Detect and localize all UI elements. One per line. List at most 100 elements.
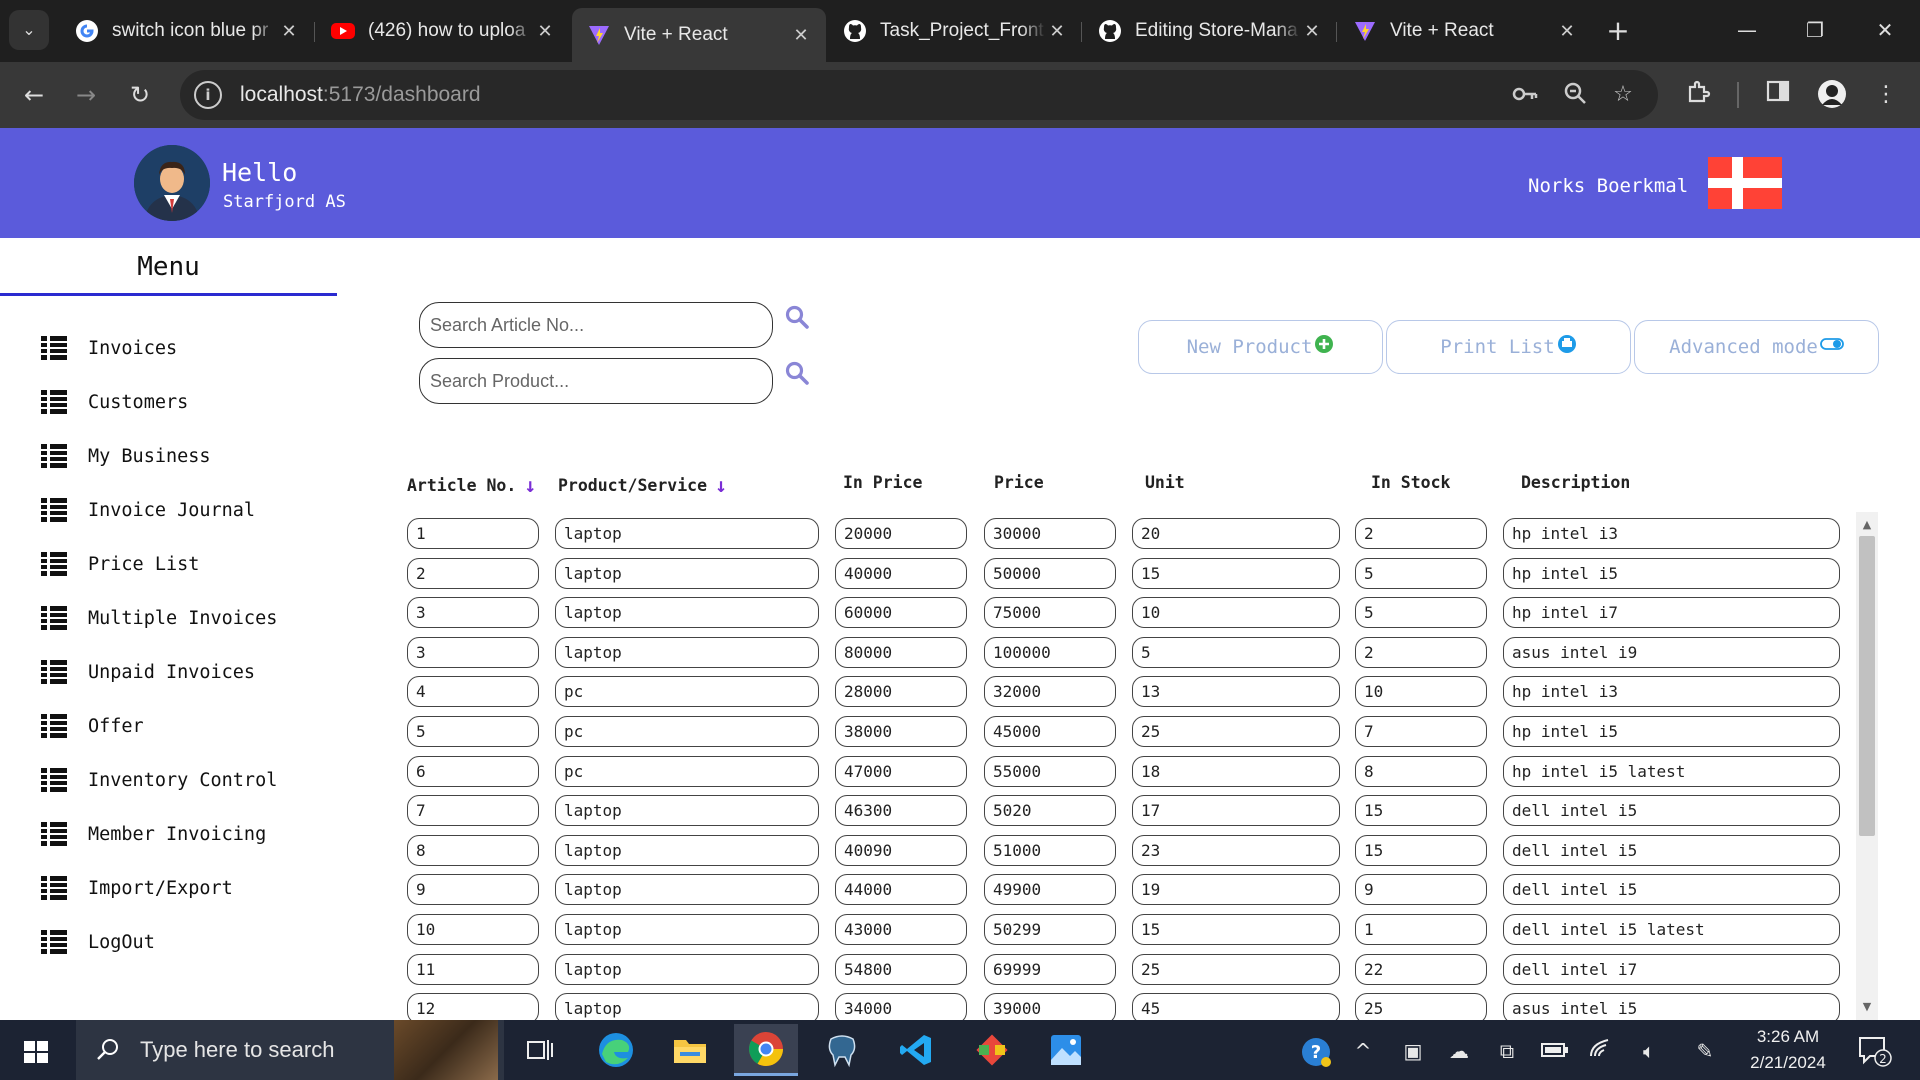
- cell-article-no[interactable]: [407, 716, 539, 747]
- cell-article-no[interactable]: [407, 795, 539, 827]
- menu-item-offer[interactable]: Offer: [40, 711, 144, 741]
- cell-price[interactable]: [984, 716, 1116, 747]
- table-scrollbar[interactable]: ▲ ▼: [1856, 512, 1878, 1020]
- cell-in-price[interactable]: [835, 834, 967, 866]
- vscode-icon[interactable]: [884, 1024, 948, 1076]
- cell-product[interactable]: [555, 636, 819, 668]
- search-article-icon[interactable]: [784, 304, 812, 332]
- pen-menu-icon[interactable]: ✎: [1690, 1036, 1720, 1066]
- postgresql-icon[interactable]: [810, 1024, 874, 1076]
- cell-product[interactable]: [555, 914, 819, 945]
- cell-in-price[interactable]: [835, 914, 967, 945]
- cell-description[interactable]: [1503, 914, 1840, 945]
- cell-in-stock[interactable]: [1355, 636, 1487, 668]
- cell-product[interactable]: [555, 834, 819, 866]
- tab-close-icon[interactable]: ✕: [1556, 21, 1578, 42]
- cell-article-no[interactable]: [407, 636, 539, 668]
- tab-search-chevron-icon[interactable]: ⌄: [9, 10, 49, 50]
- cell-product[interactable]: [555, 676, 819, 708]
- password-key-icon[interactable]: [1510, 80, 1540, 110]
- cell-price[interactable]: [984, 518, 1116, 549]
- norway-flag-icon[interactable]: [1708, 157, 1782, 209]
- browser-tab[interactable]: Vite + React ✕: [1338, 8, 1592, 54]
- cell-article-no[interactable]: [407, 874, 539, 906]
- scrollbar-thumb[interactable]: [1859, 536, 1875, 836]
- cell-in-price[interactable]: [835, 874, 967, 906]
- browser-tab[interactable]: Vite + React ✕: [572, 8, 826, 62]
- new-product-button[interactable]: New Product: [1138, 320, 1383, 374]
- tab-close-icon[interactable]: ✕: [1301, 21, 1323, 42]
- cell-description[interactable]: [1503, 755, 1840, 787]
- cell-unit[interactable]: [1132, 834, 1340, 866]
- bookmark-star-icon[interactable]: ☆: [1608, 80, 1638, 110]
- git-gui-icon[interactable]: [960, 1024, 1024, 1076]
- cell-product[interactable]: [555, 795, 819, 827]
- advanced-mode-button[interactable]: Advanced mode: [1634, 320, 1879, 374]
- menu-item-inventory-control[interactable]: Inventory Control: [40, 765, 277, 795]
- cell-unit[interactable]: [1132, 676, 1340, 708]
- cell-in-stock[interactable]: [1355, 953, 1487, 985]
- wifi-icon[interactable]: [1586, 1036, 1616, 1066]
- cell-product[interactable]: [555, 557, 819, 589]
- cell-description[interactable]: [1503, 795, 1840, 827]
- taskbar-search-box[interactable]: Type here to search: [76, 1020, 504, 1080]
- menu-item-customers[interactable]: Customers: [40, 387, 188, 417]
- cell-article-no[interactable]: [407, 676, 539, 708]
- menu-item-price-list[interactable]: Price List: [40, 549, 199, 579]
- cell-in-stock[interactable]: [1355, 518, 1487, 549]
- search-product-input[interactable]: [419, 358, 773, 404]
- menu-item-invoices[interactable]: Invoices: [40, 333, 177, 363]
- sort-down-arrow-icon[interactable]: ↓: [524, 473, 536, 497]
- cell-unit[interactable]: [1132, 597, 1340, 629]
- menu-item-invoice-journal[interactable]: Invoice Journal: [40, 495, 255, 525]
- language-label[interactable]: Norks Boerkmal: [1528, 175, 1688, 197]
- search-article-input[interactable]: [419, 302, 773, 348]
- tab-close-icon[interactable]: ✕: [790, 25, 812, 46]
- back-arrow-icon[interactable]: ←: [14, 75, 54, 115]
- onedrive-icon[interactable]: ☁: [1444, 1036, 1474, 1066]
- cell-in-stock[interactable]: [1355, 716, 1487, 747]
- browser-tab[interactable]: (426) how to uploa ✕: [316, 8, 570, 54]
- cell-price[interactable]: [984, 914, 1116, 945]
- cell-in-price[interactable]: [835, 676, 967, 708]
- reload-icon[interactable]: ↻: [120, 75, 160, 115]
- address-bar[interactable]: i localhost:5173/dashboard ☆: [180, 70, 1658, 120]
- print-list-button[interactable]: Print List: [1386, 320, 1631, 374]
- scroll-up-arrow-icon[interactable]: ▲: [1856, 516, 1878, 534]
- tab-close-icon[interactable]: ✕: [1046, 21, 1068, 42]
- cell-unit[interactable]: [1132, 874, 1340, 906]
- cell-price[interactable]: [984, 874, 1116, 906]
- windows-start-icon[interactable]: [14, 1034, 58, 1070]
- cell-description[interactable]: [1503, 557, 1840, 589]
- cell-in-stock[interactable]: [1355, 557, 1487, 589]
- chrome-icon[interactable]: [734, 1024, 798, 1076]
- cell-in-price[interactable]: [835, 557, 967, 589]
- cell-unit[interactable]: [1132, 993, 1340, 1020]
- cell-in-price[interactable]: [835, 636, 967, 668]
- edge-browser-icon[interactable]: [584, 1024, 648, 1076]
- cell-in-price[interactable]: [835, 993, 967, 1020]
- extensions-icon[interactable]: [1682, 79, 1714, 111]
- cell-in-price[interactable]: [835, 597, 967, 629]
- cell-article-no[interactable]: [407, 597, 539, 629]
- minimize-icon[interactable]: —: [1722, 10, 1772, 50]
- search-product-icon[interactable]: [784, 360, 812, 388]
- cell-description[interactable]: [1503, 874, 1840, 906]
- help-icon[interactable]: ?: [1300, 1036, 1331, 1067]
- screen-capture-icon[interactable]: ⧉: [1492, 1036, 1522, 1066]
- menu-item-multiple-invoices[interactable]: Multiple Invoices: [40, 603, 277, 633]
- cell-price[interactable]: [984, 953, 1116, 985]
- notification-center-icon[interactable]: 2: [1856, 1034, 1892, 1068]
- menu-item-unpaid-invoices[interactable]: Unpaid Invoices: [40, 657, 255, 687]
- cell-product[interactable]: [555, 953, 819, 985]
- cell-unit[interactable]: [1132, 914, 1340, 945]
- cell-article-no[interactable]: [407, 557, 539, 589]
- more-menu-icon[interactable]: ⋮: [1870, 79, 1902, 111]
- cell-price[interactable]: [984, 755, 1116, 787]
- cell-in-stock[interactable]: [1355, 874, 1487, 906]
- cell-price[interactable]: [984, 636, 1116, 668]
- cell-unit[interactable]: [1132, 636, 1340, 668]
- close-window-icon[interactable]: ✕: [1860, 10, 1910, 50]
- col-header-product[interactable]: Product/Service ↓: [558, 473, 727, 497]
- cell-product[interactable]: [555, 716, 819, 747]
